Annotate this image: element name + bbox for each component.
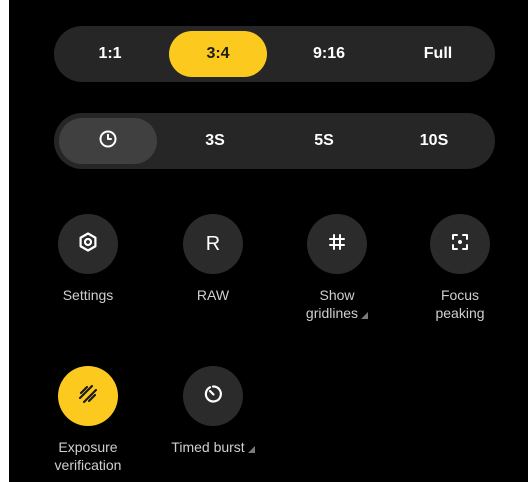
aspect-option-label: Full <box>423 45 453 62</box>
raw-icon: R <box>205 232 221 255</box>
aspect-option-label: 1:1 <box>98 45 122 62</box>
aspect-option-label: 3:4 <box>206 45 230 62</box>
gridlines-tile[interactable]: Show gridlines <box>282 214 392 322</box>
focus-peaking-icon <box>449 231 471 258</box>
focus-peaking-tile[interactable]: Focus peaking <box>405 214 515 322</box>
exposure-stripes-icon <box>76 382 100 411</box>
tile-label: Show gridlines <box>282 286 392 322</box>
aspect-option-3-4[interactable]: 3:4 <box>169 31 267 77</box>
timed-burst-tile[interactable]: Timed burst <box>158 366 268 456</box>
tile-label: Focus peaking <box>435 287 485 321</box>
aspect-ratio-selector: 1:1 3:4 9:16 Full <box>54 26 495 82</box>
aspect-option-full[interactable]: Full <box>390 31 486 77</box>
gridlines-button[interactable] <box>307 214 367 274</box>
timed-burst-button[interactable] <box>183 366 243 426</box>
timer-option-off[interactable] <box>59 118 157 164</box>
settings-tile[interactable]: Settings <box>33 214 143 304</box>
tile-label-text: Show gridlines <box>305 287 359 321</box>
gear-icon <box>77 231 99 258</box>
more-options-icon <box>247 446 255 453</box>
timer-option-label: 10S <box>419 132 449 149</box>
more-options-icon <box>361 312 369 319</box>
timer-option-3s[interactable]: 3S <box>166 118 264 164</box>
exposure-verification-button[interactable] <box>58 366 118 426</box>
timer-option-10s[interactable]: 10S <box>385 118 483 164</box>
timer-icon <box>202 383 224 410</box>
tile-label: Timed burst <box>158 438 268 456</box>
raw-button[interactable]: R <box>183 214 243 274</box>
timer-selector: 3S 5S 10S <box>54 113 495 169</box>
exposure-verification-tile[interactable]: Exposure verification <box>33 366 143 474</box>
timer-option-label: 5S <box>314 132 334 149</box>
tile-label: RAW <box>196 287 230 303</box>
tile-label: Settings <box>62 287 114 303</box>
aspect-option-9-16[interactable]: 9:16 <box>280 31 378 77</box>
timer-option-label: 3S <box>205 132 225 149</box>
clock-icon <box>98 129 118 154</box>
settings-button[interactable] <box>58 214 118 274</box>
tile-label: Exposure verification <box>54 439 122 473</box>
aspect-option-1-1[interactable]: 1:1 <box>64 31 156 77</box>
focus-peaking-button[interactable] <box>430 214 490 274</box>
grid-icon <box>327 232 347 257</box>
timer-option-5s[interactable]: 5S <box>275 118 373 164</box>
aspect-option-label: 9:16 <box>312 45 346 62</box>
tile-label-text: Timed burst <box>171 439 245 455</box>
camera-quick-settings-panel: 1:1 3:4 9:16 Full 3S 5S 10S Settings R R… <box>9 0 528 482</box>
raw-tile[interactable]: R RAW <box>158 214 268 304</box>
